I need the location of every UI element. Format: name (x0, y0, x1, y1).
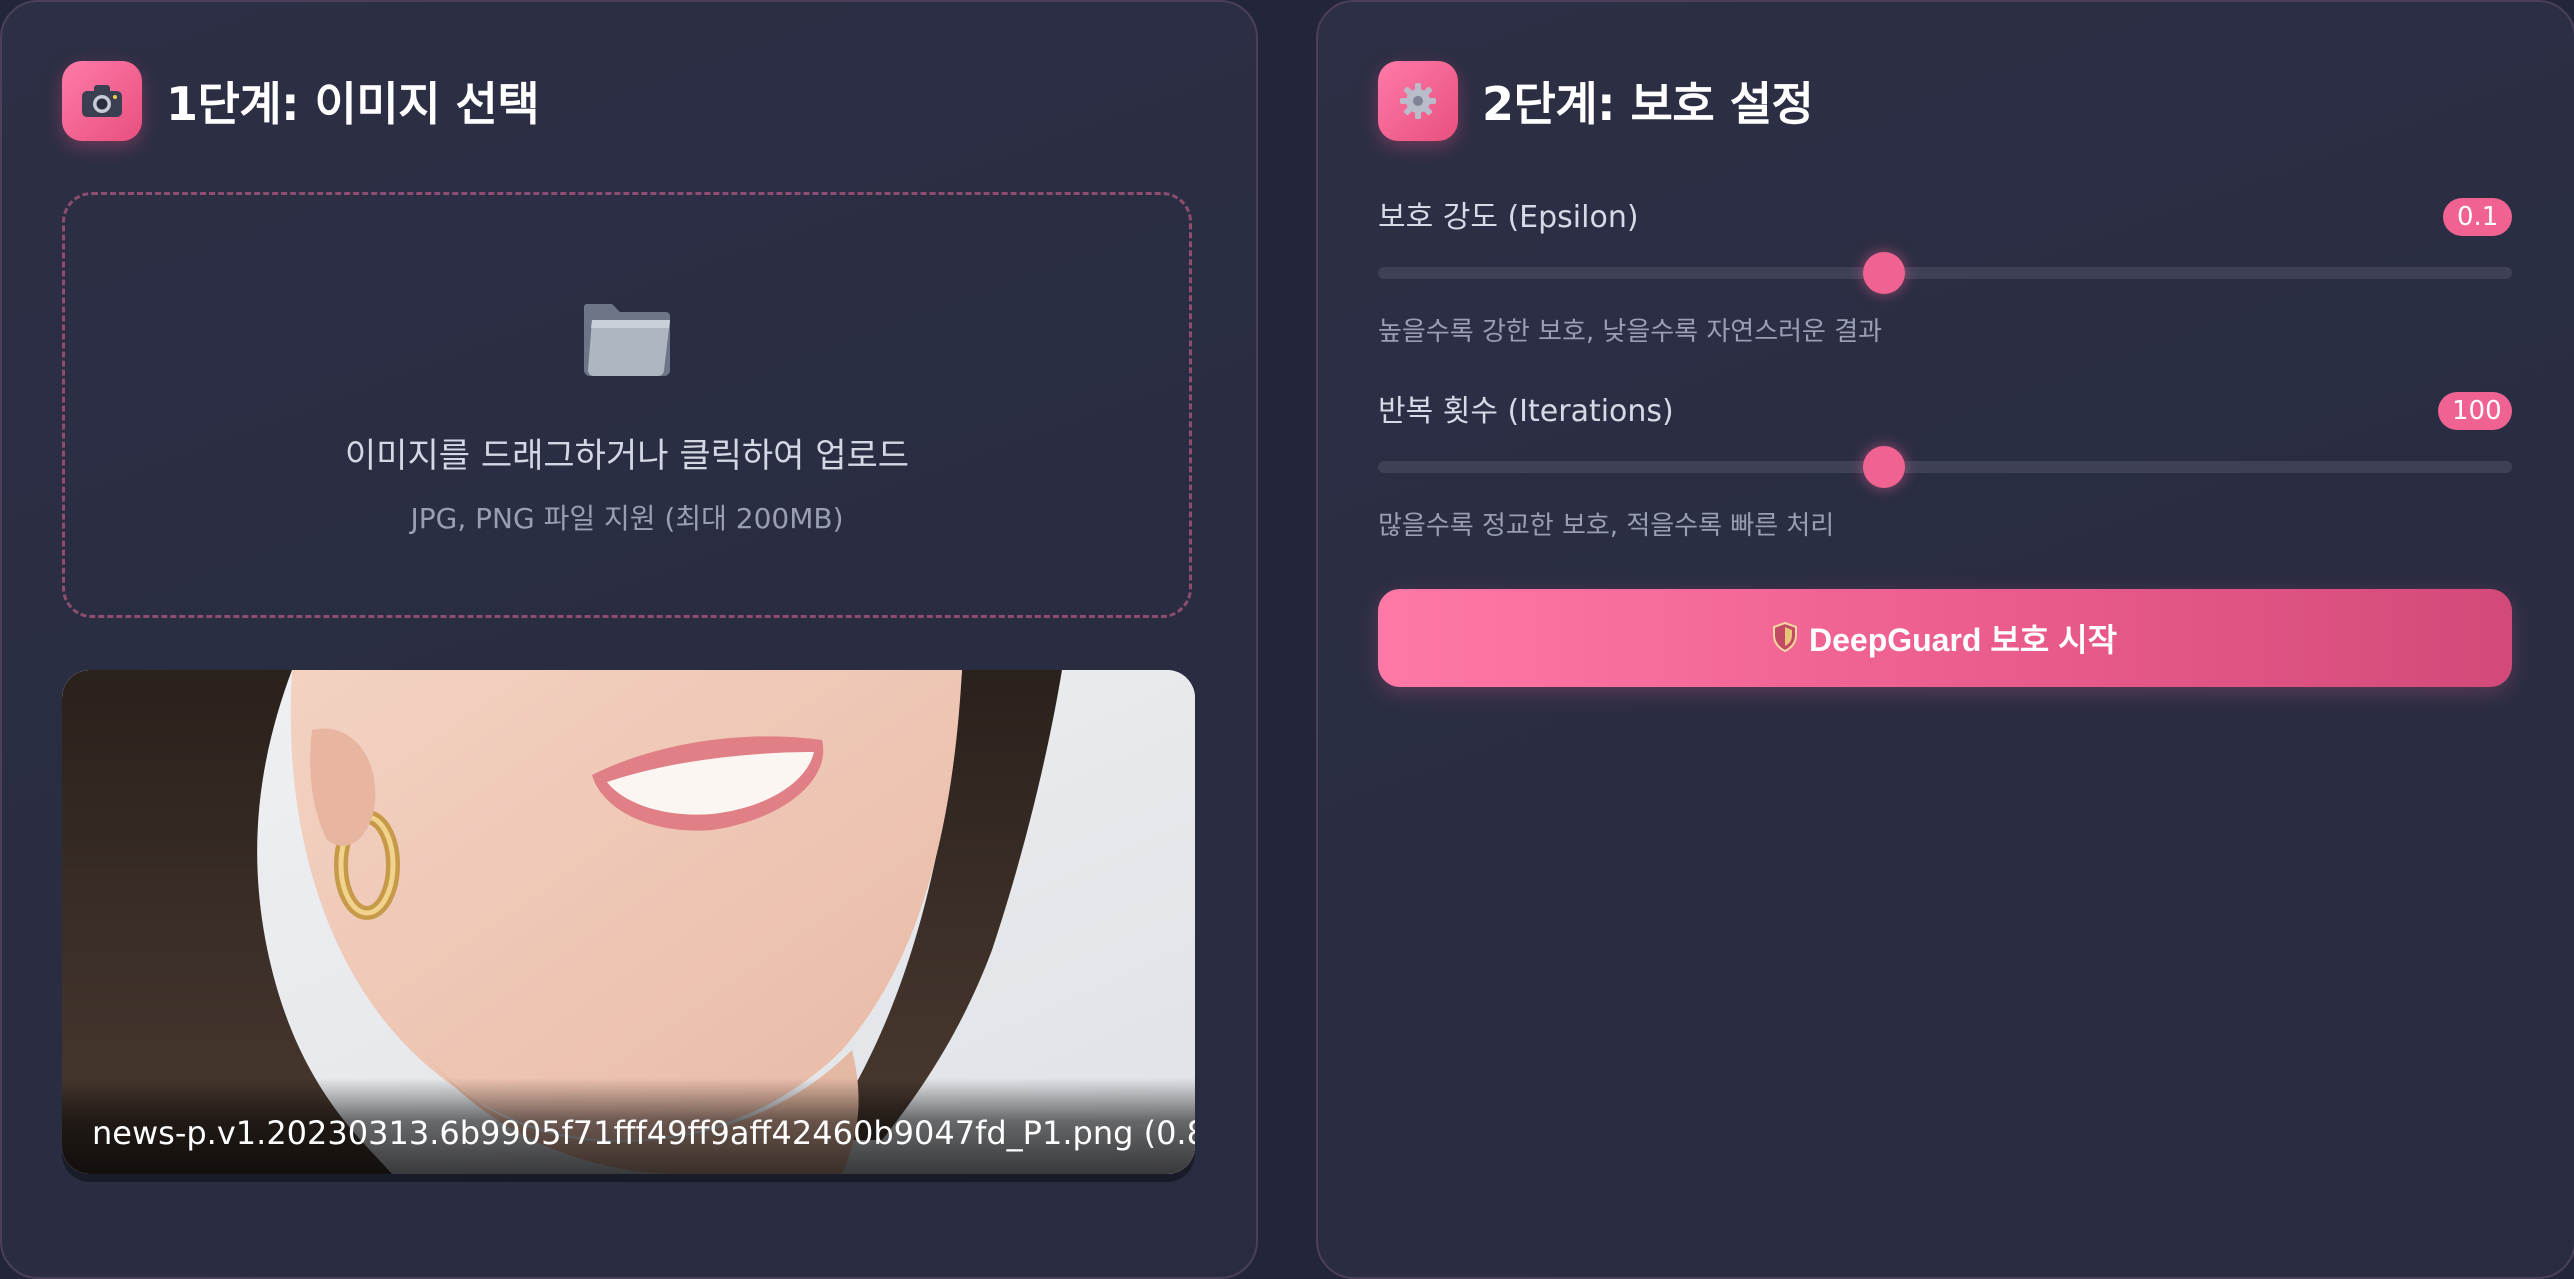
dropzone-title: 이미지를 드래그하거나 클릭하여 업로드 (344, 436, 910, 476)
start-button-label: DeepGuard 보호 시작 (1808, 622, 2118, 658)
preview-filename: news-p.v1.20230313.6b9905f71fff49ff9aff4… (92, 1114, 1195, 1152)
iterations-label: 반복 횟수 (Iterations) (1378, 394, 1674, 429)
epsilon-hint: 높을수록 강한 보호, 낮을수록 자연스러운 결과 (1378, 317, 1883, 347)
start-protection-button[interactable]: DeepGuard 보호 시작 (1378, 589, 2512, 687)
folder-icon (580, 290, 676, 384)
upload-dropzone[interactable] (62, 192, 1192, 618)
iterations-slider-thumb[interactable] (1862, 446, 1905, 488)
epsilon-slider-thumb[interactable] (1862, 252, 1905, 294)
epsilon-label: 보호 강도 (Epsilon) (1378, 200, 1639, 235)
app-root: 1단계: 이미지 선택 이미지를 드래그하거나 클릭하여 업로드 JPG, PN… (0, 0, 2574, 1279)
shield-icon (1772, 621, 1797, 655)
image-preview: news-p.v1.20230313.6b9905f71fff49ff9aff4… (62, 670, 1195, 1174)
iterations-hint: 많을수록 정교한 보호, 적을수록 빠른 처리 (1378, 511, 1835, 541)
step1-title: 1단계: 이미지 선택 (166, 77, 540, 131)
step2-header: 2단계: 보호 설정 (1378, 61, 1814, 141)
gear-icon (1378, 61, 1458, 141)
step2-title: 2단계: 보호 설정 (1482, 77, 1814, 131)
preview-caption-overlay: news-p.v1.20230313.6b9905f71fff49ff9aff4… (62, 1078, 1195, 1174)
iterations-value-badge: 100 (2438, 392, 2512, 430)
camera-icon (62, 61, 142, 141)
iterations-slider[interactable] (1378, 461, 2512, 473)
step1-header: 1단계: 이미지 선택 (62, 61, 540, 141)
epsilon-value-badge: 0.1 (2443, 198, 2512, 236)
epsilon-slider[interactable] (1378, 267, 2512, 279)
dropzone-subtitle: JPG, PNG 파일 지원 (최대 200MB) (410, 502, 844, 535)
